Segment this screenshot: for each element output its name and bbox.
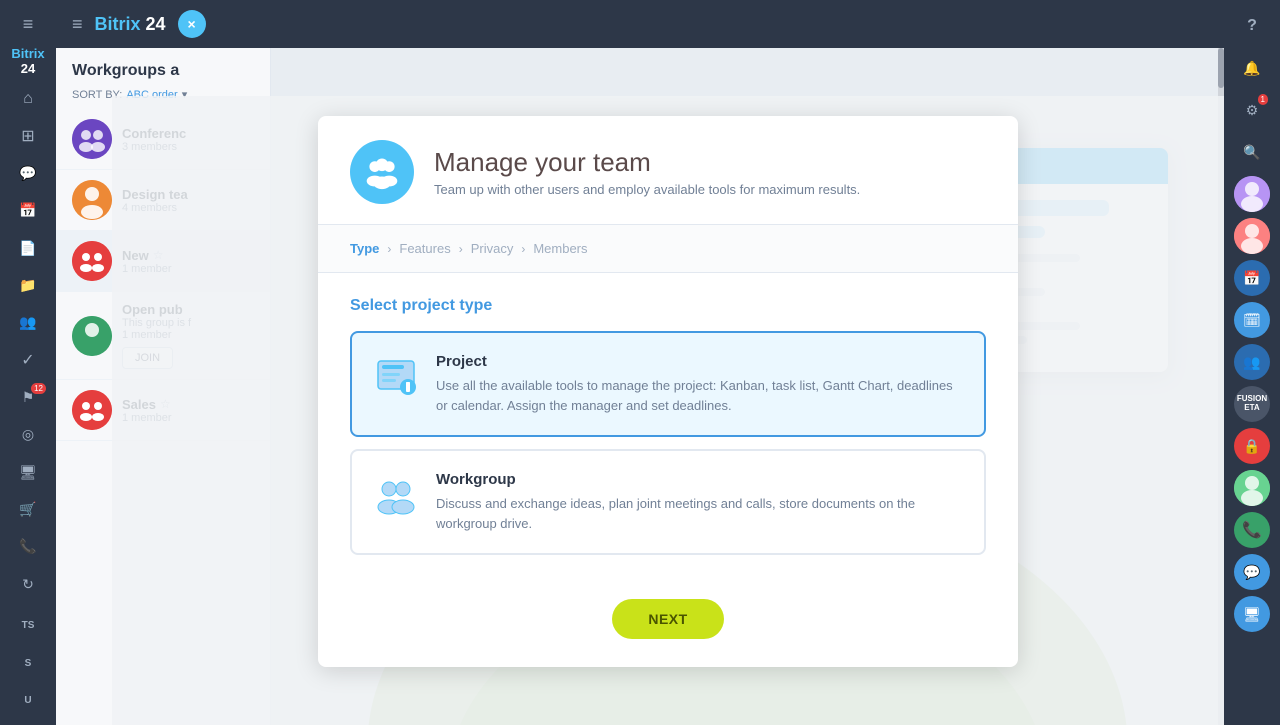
wg-avatar <box>72 180 112 220</box>
project-type-card[interactable]: Project Use all the available tools to m… <box>350 331 986 437</box>
modal-title-area: Manage your team Team up with other user… <box>434 147 860 197</box>
header-close-button[interactable]: × <box>178 10 206 38</box>
modal-icon-circle <box>350 140 414 204</box>
settings-badge: 1 <box>1258 94 1268 105</box>
left-sidebar: ≡ Bitrix 24 ⌂ ⊞ 💬 📅 📄 📁 👥 ✓ ⚑ 12 ◎ 🖥 🛒 📞… <box>0 0 56 725</box>
select-type-label: Select project type <box>350 297 986 315</box>
monitor-icon[interactable]: 🖥 <box>10 456 46 489</box>
groups-icon[interactable]: 👥 <box>10 306 46 339</box>
modal-body: Select project type <box>318 273 1018 599</box>
team-icon <box>364 154 400 190</box>
help-icon[interactable]: ? <box>1234 8 1270 44</box>
flag-icon[interactable]: ⚑ 12 <box>10 381 46 414</box>
workgroups-title: Workgroups a <box>56 48 270 88</box>
phone-app-icon[interactable]: 📞 <box>1234 512 1270 548</box>
calendar2-app-icon[interactable]: 🗓 <box>1234 302 1270 338</box>
header-logo: Bitrix 24 <box>95 14 166 35</box>
avatar-user1[interactable] <box>1234 176 1270 212</box>
flag-badge: 12 <box>31 383 46 394</box>
content-wrapper: Workgroups a SORT BY: ABC order ▾ <box>56 48 1224 725</box>
main-area: ≡ Bitrix 24 × Workgroups a SORT BY: ABC … <box>56 0 1224 725</box>
modal-dialog: Manage your team Team up with other user… <box>318 116 1018 667</box>
modal-breadcrumb: Type › Features › Privacy › Members <box>318 225 1018 273</box>
right-sidebar: ? 🔔 ⚙ 1 🔍 📅 🗓 👥 FUSIONETA 🔒 <box>1224 0 1280 725</box>
workgroup-title: Workgroup <box>436 471 964 488</box>
ts-label[interactable]: TS <box>10 609 46 642</box>
home-icon[interactable]: ⌂ <box>10 82 46 115</box>
avatar-user3[interactable] <box>1234 470 1270 506</box>
s-label[interactable]: S <box>10 646 46 679</box>
people-app-icon[interactable]: 👥 <box>1234 344 1270 380</box>
bell-icon[interactable]: 🔔 <box>1234 50 1270 86</box>
refresh-icon[interactable]: ↻ <box>10 568 46 601</box>
breadcrumb-type[interactable]: Type <box>350 241 379 256</box>
hamburger-icon[interactable]: ≡ <box>10 8 46 41</box>
lock-app-icon[interactable]: 🔒 <box>1234 428 1270 464</box>
workgroup-type-card[interactable]: Workgroup Discuss and exchange ideas, pl… <box>350 449 986 555</box>
cart-icon[interactable]: 🛒 <box>10 493 46 526</box>
modal-title: Manage your team <box>434 147 860 178</box>
header-hamburger-icon[interactable]: ≡ <box>72 14 83 35</box>
wg-avatar <box>72 241 112 281</box>
calendar-icon[interactable]: 📅 <box>10 194 46 227</box>
document-icon[interactable]: 📄 <box>10 231 46 264</box>
wg-avatar <box>72 390 112 430</box>
modal-subtitle: Team up with other users and employ avai… <box>434 182 860 197</box>
settings-icon[interactable]: ⚙ 1 <box>1234 92 1270 128</box>
modal-overlay: Manage your team Team up with other user… <box>112 96 1224 725</box>
breadcrumb-members[interactable]: Members <box>533 241 587 256</box>
next-button[interactable]: NEXT <box>612 599 723 639</box>
checkmark-icon[interactable]: ✓ <box>10 343 46 376</box>
grid-icon[interactable]: ⊞ <box>10 119 46 152</box>
project-description: Use all the available tools to manage th… <box>436 376 964 415</box>
chat-app-icon[interactable]: 💬 <box>1234 554 1270 590</box>
project-icon <box>372 353 420 401</box>
breadcrumb-privacy[interactable]: Privacy <box>471 241 514 256</box>
target-icon[interactable]: ◎ <box>10 418 46 451</box>
search-icon[interactable]: 🔍 <box>1234 134 1270 170</box>
chat-icon[interactable]: 💬 <box>10 157 46 190</box>
calendar-app-icon[interactable]: 📅 <box>1234 260 1270 296</box>
breadcrumb-features[interactable]: Features <box>399 241 450 256</box>
wg-avatar <box>72 119 112 159</box>
project-card-info: Project Use all the available tools to m… <box>436 353 964 415</box>
phone-icon[interactable]: 📞 <box>10 530 46 563</box>
workgroup-icon <box>372 471 420 519</box>
app-logo[interactable]: Bitrix 24 <box>9 45 46 78</box>
monitor-app-icon[interactable]: 🖥 <box>1234 596 1270 632</box>
u-label[interactable]: U <box>10 684 46 717</box>
avatar-user2[interactable] <box>1234 218 1270 254</box>
modal-footer: NEXT <box>318 599 1018 667</box>
folder-icon[interactable]: 📁 <box>10 269 46 302</box>
workgroup-card-info: Workgroup Discuss and exchange ideas, pl… <box>436 471 964 533</box>
top-header: ≡ Bitrix 24 × <box>56 0 1224 48</box>
modal-header: Manage your team Team up with other user… <box>318 116 1018 225</box>
project-title: Project <box>436 353 964 370</box>
wg-avatar <box>72 316 112 356</box>
workgroup-description: Discuss and exchange ideas, plan joint m… <box>436 494 964 533</box>
fusion-app-icon[interactable]: FUSIONETA <box>1234 386 1270 422</box>
